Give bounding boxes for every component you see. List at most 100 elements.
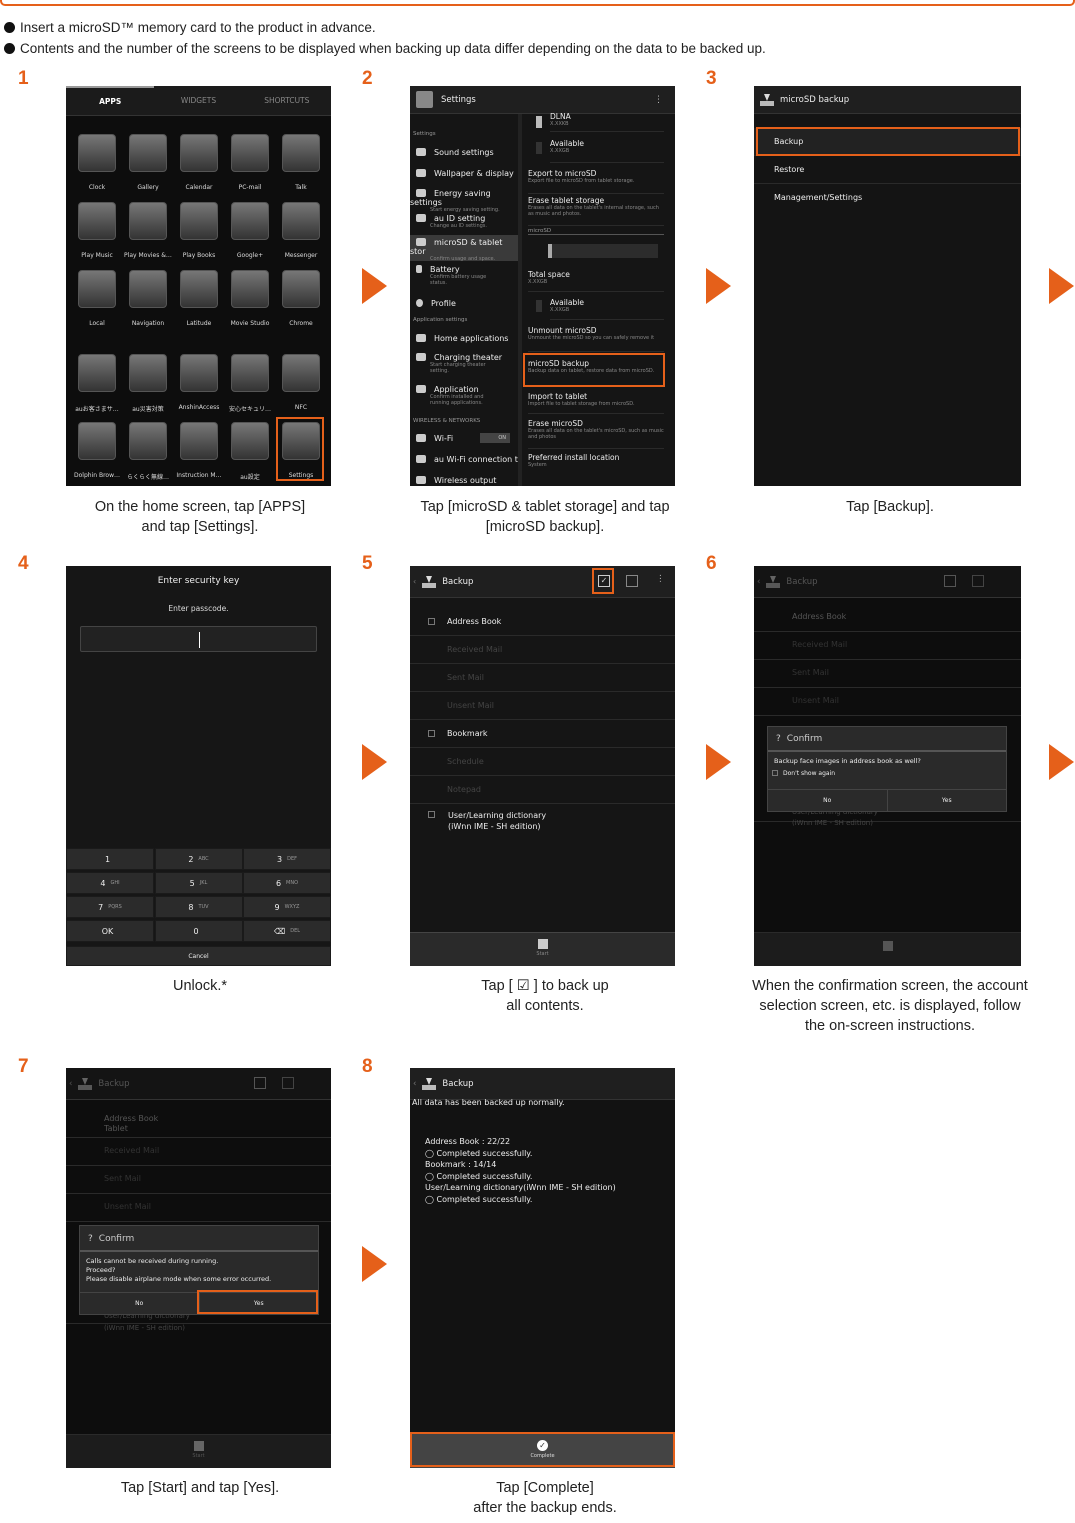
start-button[interactable]: Start [66,1434,331,1468]
app-icon[interactable] [282,134,320,172]
sidebar-item-sub: Confirm usage and space. [430,256,496,262]
tab-widgets[interactable]: WIDGETS [154,86,242,115]
deselect-icon [972,575,984,587]
dim-item: Unsent Mail [754,696,1021,716]
backup-item[interactable]: Bookmark [410,720,675,748]
passcode-input[interactable] [80,626,317,652]
app-icon[interactable] [78,134,116,172]
backup-item[interactable]: Sent Mail [410,664,675,692]
dont-show-again[interactable]: Don't show again [768,765,1006,782]
deselect-icon[interactable] [626,575,638,587]
checkbox[interactable] [772,770,778,776]
keypad-key[interactable]: 1 [66,848,154,870]
result-line: Address Book : 22/22 [425,1137,511,1146]
keypad-key[interactable]: 5 JKL [154,872,243,894]
sidebar-item-energy[interactable]: Energy saving settings Start energy savin… [410,189,518,213]
app-icon[interactable] [129,354,167,392]
keypad-key[interactable]: 4 GHI [66,872,154,894]
keypad-key[interactable]: 2 ABC [154,848,243,870]
checkbox[interactable] [428,730,435,737]
pane-item-export[interactable]: Export to microSD Export file to microSD … [528,169,664,194]
app-icon[interactable] [282,270,320,308]
app-icon[interactable] [180,422,218,460]
sidebar-item-wallpaper[interactable]: Wallpaper & display [410,169,518,178]
sidebar-item-wireless-output[interactable]: Wireless output [410,476,518,485]
pane-item-available: Available X.XXGB [550,139,664,163]
pane-item-erase-microsd[interactable]: Erase microSD Erases all data on the tabl… [528,419,664,449]
sidebar-item-sound[interactable]: Sound settings [410,148,518,157]
backup-item[interactable]: Schedule [410,748,675,776]
sidebar-item-microsd-storage[interactable]: microSD & tablet stor Confirm usage and s… [410,235,518,262]
backup-item-dictionary[interactable]: User/Learning dictionary (iWnn IME - SH e… [410,804,675,836]
tab-apps[interactable]: APPS [66,86,155,115]
backup-item[interactable]: Notepad [410,776,675,804]
start-button[interactable]: Start [410,932,675,966]
key-digit: 7 [98,902,104,912]
app-icon[interactable] [78,354,116,392]
app-icon[interactable] [129,134,167,172]
sidebar-item-battery[interactable]: Battery Confirm battery usage status. [410,265,518,286]
app-icon[interactable] [231,354,269,392]
app-icon [416,385,426,393]
dialog-message: Calls cannot be received during running.… [80,1252,318,1284]
pane-item-erase-tablet[interactable]: Erase tablet storage Erases all data on t… [528,196,664,226]
back-icon[interactable]: ‹ [413,577,416,586]
app-icon[interactable] [180,134,218,172]
sidebar-item-application[interactable]: Application Confirm installed and running… [410,385,518,406]
pane-item-import[interactable]: Import to tablet Import file to tablet st… [528,392,664,414]
app-icon[interactable] [282,202,320,240]
sidebar-item-auid[interactable]: au ID setting Change au ID settings. [410,214,518,229]
sidebar-item-home[interactable]: Home applications [410,334,518,343]
app-icon[interactable] [78,422,116,460]
keypad-key[interactable]: OK [66,920,154,942]
app-icon[interactable] [78,270,116,308]
yes-button[interactable]: Yes [888,790,1007,811]
keypad-key[interactable]: 7 PQRS [66,896,154,918]
menu-item-management-settings[interactable]: Management/Settings [754,184,1021,212]
app-icon[interactable] [180,270,218,308]
overflow-menu-icon[interactable]: ⋮ [656,574,665,584]
sidebar-item-charging[interactable]: Charging theater Start charging theater s… [410,353,518,374]
app-icon[interactable] [78,202,116,240]
app-icon[interactable] [180,202,218,240]
checkbox[interactable] [428,618,435,625]
wifi-toggle[interactable]: ON [480,433,510,443]
no-button[interactable]: No [768,790,888,811]
cancel-button[interactable]: Cancel [66,946,331,966]
back-icon[interactable]: ‹ [413,1079,416,1089]
screen-confirm-start: ‹ Backup Address Book Tablet Received Mail… [66,1068,331,1468]
keypad-key[interactable]: 3 DEF [243,848,331,870]
backup-item[interactable]: Unsent Mail [410,692,675,720]
app-icon[interactable] [231,270,269,308]
app-icon[interactable] [231,422,269,460]
app-icon[interactable] [129,270,167,308]
keypad-key[interactable]: 8 TUV [154,896,243,918]
app-icon[interactable] [231,134,269,172]
app-icon[interactable] [231,202,269,240]
overflow-menu-icon[interactable]: ⋮ [654,95,663,105]
keypad-key[interactable]: 9 WXYZ [243,896,331,918]
pane-item-preferred-location[interactable]: Preferred install location System [528,453,664,475]
app-icon[interactable] [129,202,167,240]
app-icon[interactable] [129,422,167,460]
keypad-key[interactable]: ⌫ DEL [243,920,331,942]
backup-item[interactable]: Address Book [410,608,675,636]
highlight-backup [756,127,1020,156]
microsd-backup-action-bar: microSD backup [754,86,1021,114]
sidebar-item-wifi[interactable]: Wi-Fi ON [410,433,518,443]
keypad-key[interactable]: 6 MNO [243,872,331,894]
menu-item-restore[interactable]: Restore [754,156,1021,184]
pane-item-unmount[interactable]: Unmount microSD Unmount the microSD so yo… [528,326,664,352]
dont-show-label: Don't show again [783,770,836,777]
backup-item[interactable]: Received Mail [410,636,675,664]
app-icon[interactable] [180,354,218,392]
app-icon[interactable] [282,354,320,392]
no-button[interactable]: No [80,1293,200,1314]
sidebar-item-profile[interactable]: Profile [410,299,518,308]
sidebar-item-au-wifi[interactable]: au Wi-Fi connection t [410,455,518,464]
tab-shortcuts[interactable]: SHORTCUTS [243,86,331,115]
step-number-8: 8 [357,1056,387,1079]
header-microsd: microSD [528,228,664,235]
keypad-key[interactable]: 0 [154,920,243,942]
checkbox[interactable] [428,811,435,818]
